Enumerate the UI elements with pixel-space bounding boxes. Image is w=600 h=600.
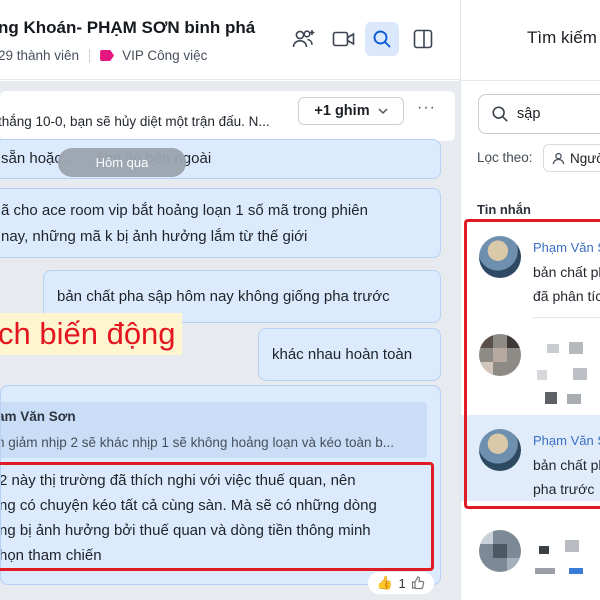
- group-tag-label[interactable]: VIP Công việc: [122, 48, 207, 63]
- quoted-text: n giảm nhịp 2 sẽ khác nhịp 1 sẽ không ho…: [0, 435, 395, 450]
- quoted-author: am Văn Sơn: [0, 409, 76, 424]
- reaction-count: 1: [398, 575, 406, 591]
- divider: [461, 80, 600, 81]
- message-text-line: nay, những mã k bị ảnh hưởng lắm từ thế …: [1, 228, 308, 245]
- avatar: [479, 530, 521, 572]
- add-member-icon: [292, 30, 315, 48]
- search-result-item[interactable]: [461, 516, 600, 600]
- highlight-box: [464, 219, 600, 509]
- tag-icon: [100, 50, 115, 61]
- more-options-icon[interactable]: ···: [417, 99, 436, 117]
- search-button[interactable]: [365, 22, 399, 56]
- user-icon: [552, 152, 565, 164]
- messages-section-label: Tin nhắn: [477, 202, 531, 217]
- group-subtitle: 29 thành viên VIP Công việc: [0, 48, 207, 63]
- pinned-count-label: +1 ghim: [314, 103, 370, 119]
- date-separator: Hôm qua: [58, 148, 186, 177]
- search-input[interactable]: sập: [478, 94, 600, 134]
- search-icon: [373, 30, 391, 48]
- pinned-message-bar[interactable]: thắng 10-0, bạn sẽ hủy diệt một trận đấu…: [0, 91, 455, 141]
- sidebar-toggle-icon: [413, 29, 433, 49]
- chevron-down-icon: [378, 107, 388, 114]
- sender-filter-button[interactable]: Người gửi: [543, 144, 600, 172]
- filter-label: Lọc theo:: [477, 150, 533, 165]
- sender-filter-label: Người gửi: [570, 150, 600, 166]
- blurred-snippet: [535, 568, 555, 574]
- add-member-button[interactable]: [287, 22, 321, 56]
- blurred-snippet: [569, 568, 583, 574]
- reaction-bar[interactable]: 👍 1: [368, 572, 434, 594]
- message-text: khác nhau hoàn toàn: [272, 346, 413, 363]
- chat-header: ng Khoán- PHẠM SƠN binh phá 29 thành viê…: [0, 0, 460, 80]
- thumbs-up-icon[interactable]: [411, 576, 425, 590]
- quoted-message[interactable]: am Văn Sơn n giảm nhịp 2 sẽ khác nhịp 1 …: [0, 402, 427, 458]
- group-title[interactable]: ng Khoán- PHẠM SƠN binh phá: [0, 18, 278, 38]
- search-query: sập: [517, 106, 541, 122]
- message-bubble[interactable]: khác nhau hoàn toàn: [258, 328, 441, 381]
- blurred-sender: [565, 540, 579, 552]
- message-text: bản chất pha sập hôm nay không giống pha…: [57, 288, 390, 305]
- message-text-line: ã cho ace room vip bắt hoảng loạn 1 số m…: [1, 202, 368, 219]
- sidebar-toggle-button[interactable]: [406, 22, 440, 56]
- search-panel-title: Tìm kiếm: [527, 28, 597, 47]
- highlight-box: [0, 462, 434, 571]
- divider: [89, 48, 91, 63]
- pinned-count-button[interactable]: +1 ghim: [298, 97, 404, 125]
- video-call-icon: [332, 31, 355, 47]
- member-count[interactable]: 29 thành viên: [0, 48, 79, 63]
- blurred-sender: [539, 546, 549, 554]
- video-call-button[interactable]: [327, 22, 361, 56]
- search-icon: [492, 106, 508, 122]
- pinned-message-text[interactable]: thắng 10-0, bạn sẽ hủy diệt một trận đấu…: [0, 114, 270, 129]
- video-caption-overlay: ch biến động: [0, 313, 182, 355]
- message-bubble[interactable]: ã cho ace room vip bắt hoảng loạn 1 số m…: [0, 188, 441, 258]
- thumbs-up-reaction-icon: 👍: [376, 575, 393, 590]
